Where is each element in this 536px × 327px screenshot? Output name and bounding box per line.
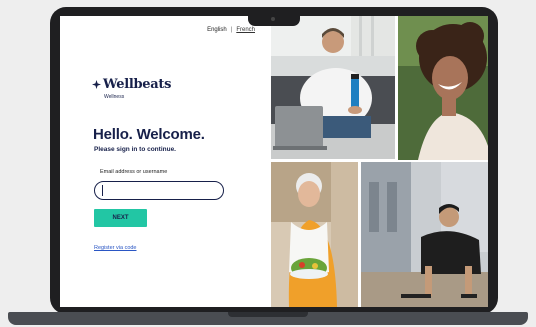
language-separator: | bbox=[230, 27, 233, 33]
language-english[interactable]: English bbox=[207, 27, 227, 33]
text-caret bbox=[102, 185, 103, 196]
photo-woman-salad bbox=[271, 162, 358, 307]
brand-name: Wellbeats bbox=[103, 77, 172, 92]
page-subtitle: Please sign in to continue. bbox=[94, 146, 176, 153]
camera-notch bbox=[248, 13, 300, 26]
sparkle-icon bbox=[92, 80, 101, 89]
register-via-code-link[interactable]: Register via code bbox=[94, 245, 137, 251]
email-label: Email address or username bbox=[100, 169, 168, 175]
language-french-link[interactable]: French bbox=[236, 27, 255, 33]
laptop-screen: English | French Wellbeats Wellness Hell… bbox=[60, 16, 488, 307]
brand-subtitle: Wellness bbox=[104, 94, 125, 100]
photo-woman-smiling bbox=[398, 16, 488, 160]
email-field[interactable] bbox=[94, 181, 224, 200]
next-button[interactable]: NEXT bbox=[94, 209, 147, 227]
photo-man-pushup bbox=[361, 162, 488, 307]
laptop-base-notch bbox=[228, 312, 308, 317]
login-panel: English | French Wellbeats Wellness Hell… bbox=[60, 16, 271, 307]
photo-man-laptop bbox=[271, 16, 395, 159]
language-switcher: English | French bbox=[207, 27, 255, 33]
camera-icon bbox=[271, 17, 275, 21]
wellbeats-logo: Wellbeats bbox=[92, 77, 171, 92]
page-title: Hello. Welcome. bbox=[93, 126, 205, 143]
